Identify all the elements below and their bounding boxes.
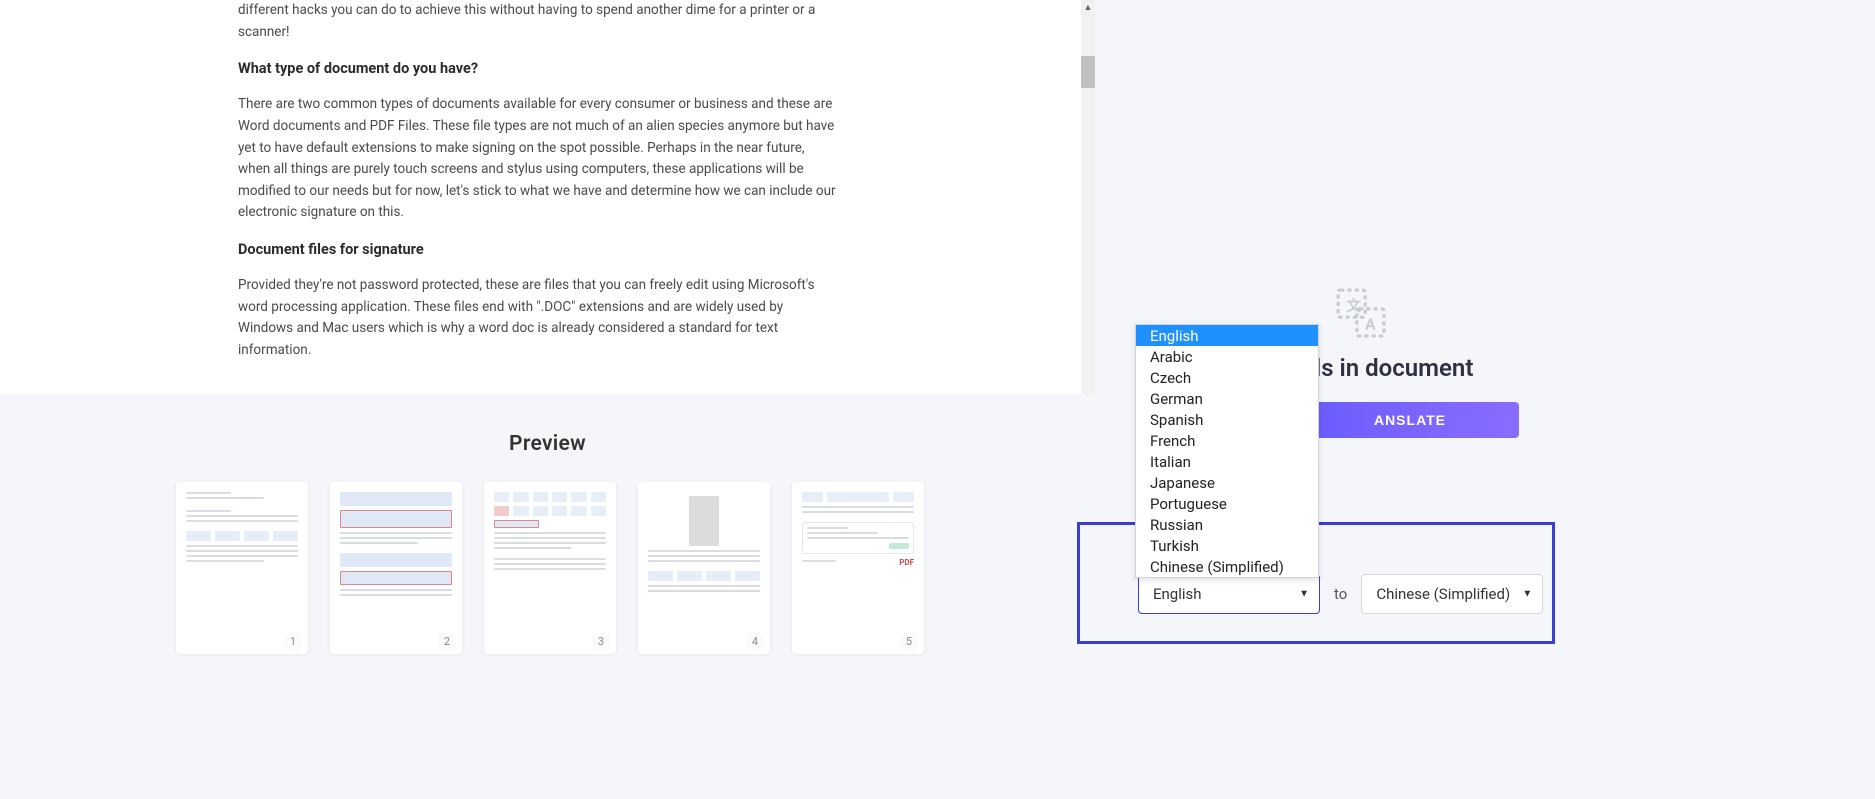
preview-thumbnails-row: 1 2 (0, 482, 1095, 654)
target-language-select[interactable]: Chinese (Simplified) ▼ (1361, 574, 1543, 614)
doc-paragraph: Provided they're not password protected,… (238, 275, 838, 361)
language-option[interactable]: Russian (1136, 514, 1318, 535)
language-option[interactable]: Italian (1136, 451, 1318, 472)
language-option[interactable]: Czech (1136, 367, 1318, 388)
target-language-value: Chinese (Simplified) (1376, 585, 1510, 603)
svg-text:文: 文 (1346, 297, 1361, 315)
chevron-down-icon: ▼ (1522, 589, 1532, 600)
doc-paragraph: There are two common types of documents … (238, 94, 838, 224)
doc-paragraph: different hacks you can do to achieve th… (238, 0, 838, 43)
thumb-page-number: 2 (438, 633, 456, 650)
document-body: different hacks you can do to achieve th… (238, 0, 838, 376)
scroll-up-icon[interactable]: ▲ (1081, 0, 1095, 14)
svg-text:A: A (1365, 316, 1376, 334)
language-option[interactable]: Chinese (Traditional) (1136, 577, 1318, 578)
preview-thumb[interactable]: 3 (484, 482, 616, 654)
doc-heading: Document files for signature (238, 238, 838, 261)
thumb-page-number: 3 (592, 633, 610, 650)
scroll-thumb[interactable] (1081, 56, 1095, 88)
language-option[interactable]: English (1136, 325, 1318, 346)
translate-button[interactable]: ANSLATE (1301, 402, 1519, 438)
language-row: English ▼ to Chinese (Simplified) ▼ (1138, 574, 1543, 614)
preview-title: Preview (0, 432, 1095, 456)
language-option[interactable]: Japanese (1136, 472, 1318, 493)
source-language-value: English (1153, 585, 1202, 603)
language-option[interactable]: Chinese (Simplified) (1136, 556, 1318, 577)
thumb-page-number: 5 (900, 633, 918, 650)
thumb-page-number: 4 (746, 633, 764, 650)
preview-thumb[interactable]: 1 (176, 482, 308, 654)
document-viewer: different hacks you can do to achieve th… (0, 0, 1095, 799)
language-option[interactable]: French (1136, 430, 1318, 451)
translate-panel: 文 A ls in document ANSLATE English ▼ to … (1095, 0, 1875, 799)
language-option[interactable]: German (1136, 388, 1318, 409)
preview-thumb[interactable]: PDF 5 (792, 482, 924, 654)
to-label: to (1334, 585, 1347, 603)
translate-icon: 文 A (1335, 288, 1387, 338)
language-option[interactable]: Spanish (1136, 409, 1318, 430)
preview-section: Preview 1 (0, 394, 1095, 799)
language-option[interactable]: Turkish (1136, 535, 1318, 556)
chevron-down-icon: ▼ (1299, 589, 1309, 600)
preview-thumb[interactable]: 2 (330, 482, 462, 654)
panel-title: ls in document (1315, 354, 1473, 382)
doc-heading: What type of document do you have? (238, 57, 838, 80)
source-language-select[interactable]: English ▼ (1138, 574, 1320, 614)
thumb-page-number: 1 (284, 633, 302, 650)
translate-button-label: ANSLATE (1374, 412, 1446, 428)
language-option[interactable]: Arabic (1136, 346, 1318, 367)
language-option[interactable]: Portuguese (1136, 493, 1318, 514)
language-dropdown[interactable]: EnglishArabicCzechGermanSpanishFrenchIta… (1135, 324, 1319, 578)
preview-thumb[interactable]: 4 (638, 482, 770, 654)
